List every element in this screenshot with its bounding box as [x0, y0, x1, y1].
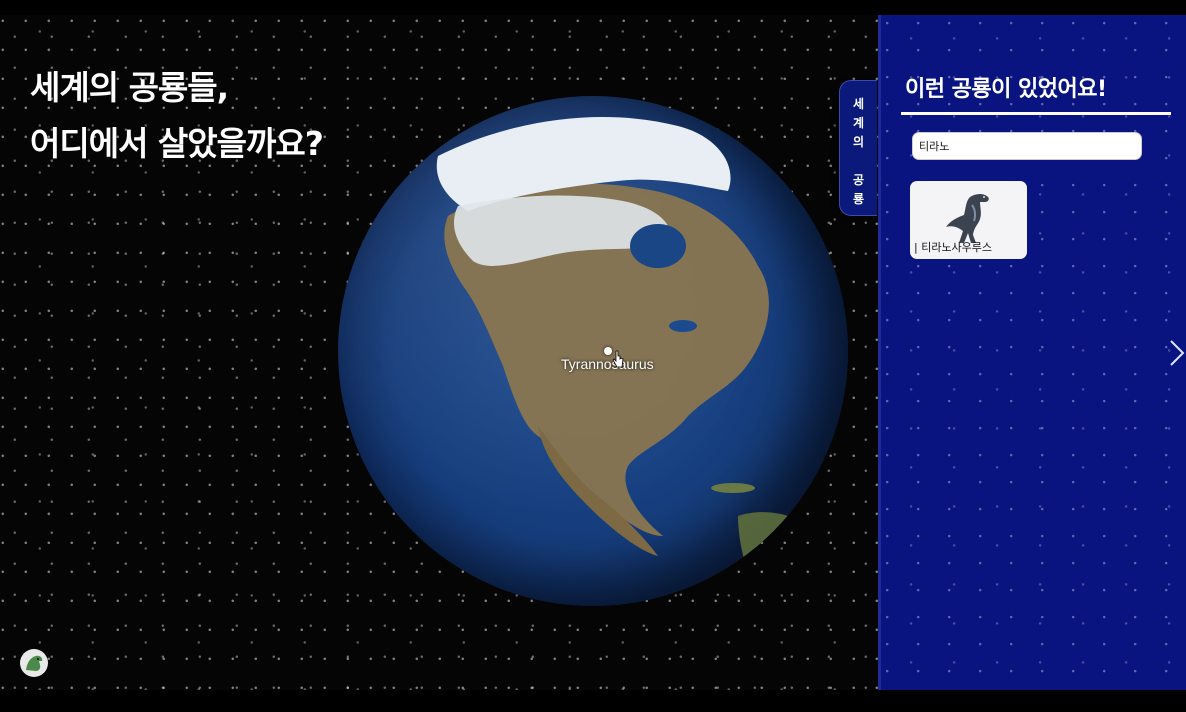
hudson-bay [630, 224, 686, 268]
tab-char: 공 [852, 173, 865, 187]
chevron-right-icon[interactable] [1168, 338, 1186, 368]
dinosaur-logo-icon[interactable] [19, 648, 49, 678]
panel-title: 이런 공룡이 있었어요! [905, 77, 1107, 102]
title-divider [901, 112, 1171, 115]
great-lakes [669, 320, 697, 332]
marker-label[interactable]: Tyrannosaurus [561, 356, 654, 372]
dinosaur-location-marker[interactable] [604, 347, 612, 355]
result-label: | 티라노사우루스 [914, 241, 993, 254]
page-headline: 세계의 공룡들, 어디에서 살았을까요? [30, 60, 324, 172]
search-input[interactable] [912, 132, 1142, 160]
tyrannosaurus-thumbnail [946, 194, 989, 243]
pointer-cursor-icon [612, 350, 624, 368]
tab-char: 룡 [852, 192, 865, 206]
headline-line-2: 어디에서 살았을까요? [30, 124, 324, 163]
bottom-bar [0, 690, 1186, 712]
tab-char: 의 [852, 135, 865, 149]
headline-line-1: 세계의 공룡들, [30, 68, 229, 107]
south-america-land [738, 512, 823, 596]
tab-char: 계 [852, 116, 865, 130]
result-card-tyrannosaurus[interactable]: | 티라노사우루스 [910, 181, 1027, 259]
tab-world-dinosaurs[interactable]: 세 계 의 공 룡 [839, 80, 877, 216]
tab-char-gap [856, 152, 860, 171]
dinosaur-panel: 이런 공룡이 있었어요! | 티라노사우루스 [878, 15, 1186, 690]
tab-char: 세 [852, 97, 865, 111]
continents-map [436, 117, 823, 596]
caribbean-islands [711, 483, 755, 493]
top-bar [0, 0, 1186, 15]
earth-globe[interactable] [338, 96, 848, 606]
